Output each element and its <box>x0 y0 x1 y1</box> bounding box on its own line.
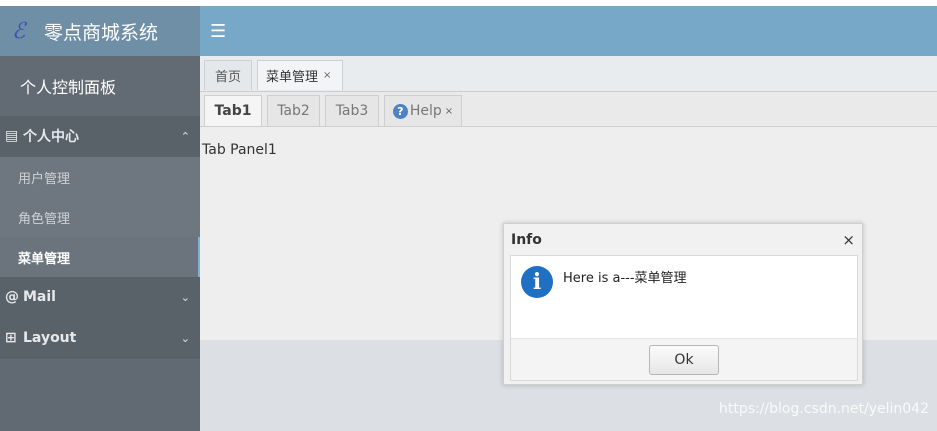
sidebar-item-menu-management[interactable]: 菜单管理 <box>0 237 200 277</box>
tab-label: 首页 <box>214 70 241 85</box>
sidebar-group-layout[interactable]: ⊞ Layout ⌄ <box>0 318 200 359</box>
document-icon: ▤ <box>5 128 19 144</box>
app-title: 零点商城系统 <box>44 21 159 44</box>
user-panel-title: 个人控制面板 <box>0 56 200 116</box>
logo-icon: ℰ <box>12 18 26 44</box>
close-icon[interactable]: × <box>842 231 855 249</box>
tab-label: Help <box>409 103 442 119</box>
tab-tab1[interactable]: Tab1 <box>204 95 262 126</box>
sidebar-item-role-management[interactable]: 角色管理 <box>0 197 200 237</box>
sidebar: 个人控制面板 ▤ 个人中心 ⌃ 用户管理 角色管理 菜单管理 @ Mail ⌄ … <box>0 56 200 431</box>
chevron-down-icon: ⌄ <box>180 331 190 345</box>
chevron-up-icon: ⌃ <box>180 129 190 143</box>
tab-help[interactable]: ? Help × <box>384 95 462 126</box>
top-bar: ☰ <box>200 6 937 56</box>
at-sign-icon: @ <box>5 289 19 305</box>
info-icon: i <box>521 266 553 298</box>
ok-button[interactable]: Ok <box>649 344 719 375</box>
sidebar-group-personal[interactable]: ▤ 个人中心 ⌃ <box>0 116 200 157</box>
dialog-title: Info <box>511 231 542 248</box>
grid-icon: ⊞ <box>5 330 17 346</box>
chevron-down-icon: ⌄ <box>180 290 190 304</box>
sidebar-group-label: Layout <box>23 330 77 346</box>
dialog-body: i Here is a---菜单管理 <box>510 255 858 341</box>
sidebar-item-user-management[interactable]: 用户管理 <box>0 157 200 197</box>
tab-tab3[interactable]: Tab3 <box>325 95 379 126</box>
sidebar-group-items: 用户管理 角色管理 菜单管理 <box>0 157 200 277</box>
sidebar-group-label: Mail <box>23 289 56 305</box>
tab-panel-text: Tab Panel1 <box>202 142 277 158</box>
app-logo-bar: ℰ 零点商城系统 <box>0 6 200 56</box>
tab-label: 菜单管理 <box>266 70 319 85</box>
sidebar-group-label: 个人中心 <box>23 129 79 145</box>
dialog-header: Info × <box>504 224 862 255</box>
inner-tab-bar: Tab1 Tab2 Tab3 ? Help × <box>200 92 937 127</box>
sidebar-group-mail[interactable]: @ Mail ⌄ <box>0 277 200 318</box>
dialog-message: Here is a---菜单管理 <box>563 271 687 286</box>
help-icon: ? <box>392 103 408 119</box>
watermark: https://blog.csdn.net/yelin042 <box>718 401 929 417</box>
close-icon[interactable]: × <box>445 106 453 117</box>
tab-home[interactable]: 首页 <box>204 60 252 90</box>
hamburger-menu-icon[interactable]: ☰ <box>210 21 226 42</box>
outer-tab-bar: 首页 菜单管理 × <box>200 56 937 92</box>
info-dialog: Info × i Here is a---菜单管理 Ok <box>503 223 863 385</box>
close-icon[interactable]: × <box>323 70 331 81</box>
dialog-footer: Ok <box>510 338 858 381</box>
tab-tab2[interactable]: Tab2 <box>267 95 320 126</box>
tab-menu-management[interactable]: 菜单管理 × <box>257 60 343 90</box>
